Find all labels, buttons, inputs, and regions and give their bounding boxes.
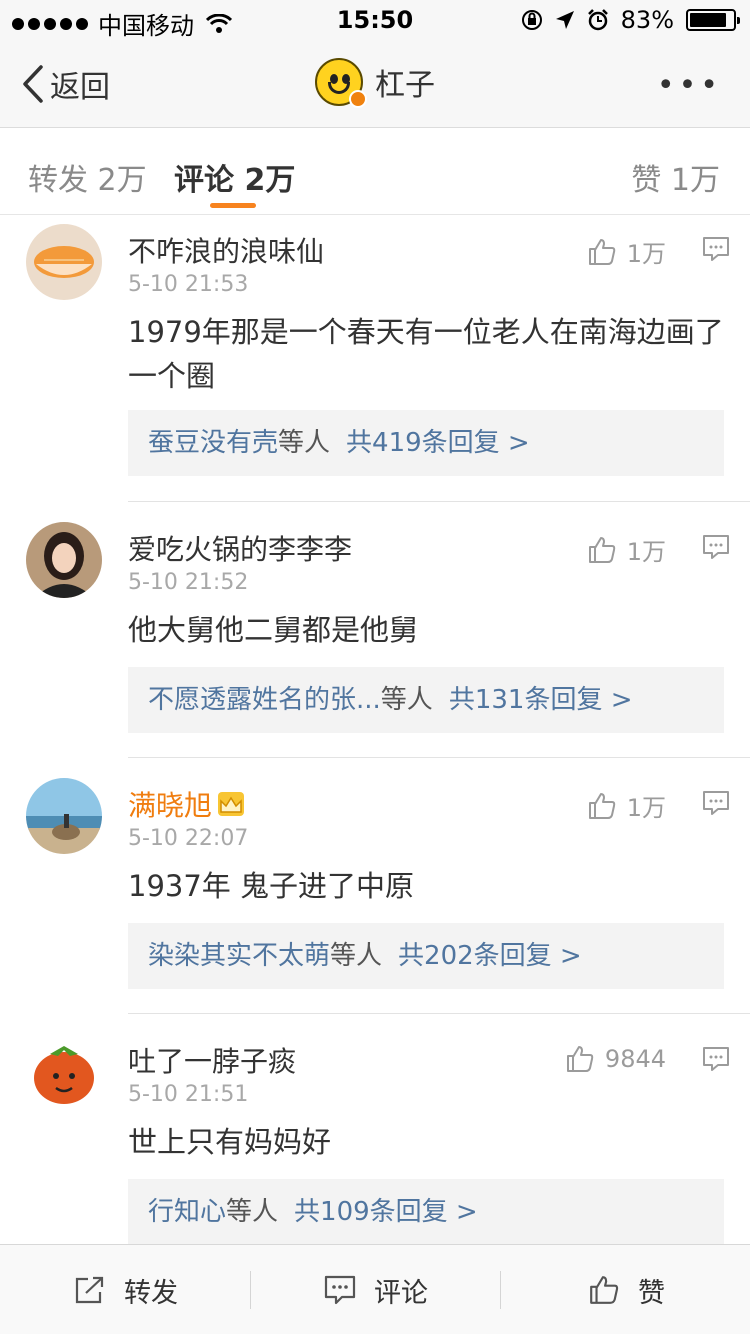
reply-users: 行知心 <box>148 1197 227 1227</box>
repost-button[interactable]: 转发 <box>74 1245 178 1334</box>
comment-bubble-icon <box>703 1047 729 1071</box>
like-button[interactable]: 1万 <box>587 788 666 823</box>
tab-like[interactable]: 赞 1万 <box>631 155 720 199</box>
like-count: 9844 <box>604 1045 666 1073</box>
comment-author[interactable]: 满晓旭 <box>128 784 245 824</box>
reply-count: 共202条回复 > <box>398 941 582 971</box>
comment-item: 爱吃火锅的李李李 5-10 21:52 1万 他大舅他二舅都是他舅 不愿透露姓名… <box>0 522 750 758</box>
reply-button[interactable] <box>702 790 730 820</box>
reply-button[interactable] <box>702 534 730 564</box>
comment-time: 5-10 21:51 <box>128 1082 249 1107</box>
comment-time: 5-10 21:53 <box>128 272 249 297</box>
comment-bubble-icon <box>703 535 729 559</box>
reply-users: 不愿透露姓名的张... <box>148 685 381 715</box>
tab-repost[interactable]: 转发 2万 <box>28 155 147 199</box>
page-title: 杠子 <box>375 68 435 103</box>
comment-author[interactable]: 不咋浪的浪味仙 <box>128 230 324 270</box>
reply-button[interactable] <box>702 1046 730 1076</box>
like-button[interactable]: 1万 <box>587 234 666 269</box>
comment-text: 他大舅他二舅都是他舅 <box>128 613 419 647</box>
reply-suffix: 等人 <box>278 428 331 458</box>
reply-users: 染染其实不太萌 <box>148 941 331 971</box>
status-bar: 中国移动 15:50 83% <box>0 0 750 40</box>
comment-item: 不咋浪的浪味仙 5-10 21:53 1万 1979年那是一个春天有一位老人在南… <box>0 224 750 504</box>
reply-suffix: 等人 <box>380 685 433 715</box>
thumbs-up-icon <box>588 238 615 265</box>
divider <box>128 501 750 502</box>
comment-text: 世上只有妈妈好 <box>128 1125 332 1159</box>
like-count: 1万 <box>626 794 666 822</box>
like-button[interactable]: 1万 <box>587 532 666 567</box>
comment-item: 满晓旭 5-10 22:07 1万 1937年 鬼子进了中原 染染其实不太萌等人… <box>0 778 750 1014</box>
comment-bubble-icon <box>703 791 729 815</box>
divider <box>128 757 750 758</box>
thumbs-up-icon <box>590 1276 619 1304</box>
battery-icon <box>686 9 740 31</box>
reply-suffix: 等人 <box>226 1197 279 1227</box>
comment-label: 评论 <box>374 1277 428 1309</box>
nav-bar: 返回 杠子 ••• <box>0 40 750 128</box>
divider <box>128 1013 750 1014</box>
more-button[interactable]: ••• <box>657 68 722 103</box>
reply-count: 共109条回复 > <box>294 1197 478 1227</box>
comment-text: 1979年那是一个春天有一位老人在南海边画了一个圈 <box>128 315 724 393</box>
thumbs-up-icon <box>566 1046 594 1072</box>
smiley-avatar <box>315 58 367 108</box>
avatar[interactable] <box>26 224 102 300</box>
repost-label: 转发 <box>124 1277 178 1309</box>
status-right: 83% <box>521 6 740 34</box>
comment-bubble-icon <box>703 237 729 261</box>
like-button[interactable]: 9844 <box>565 1044 666 1074</box>
alarm-icon <box>587 9 608 31</box>
comment-time: 5-10 21:52 <box>128 570 249 595</box>
like-post-button[interactable]: 赞 <box>588 1245 665 1334</box>
reply-users: 蚕豆没有壳 <box>148 428 279 458</box>
tab-bar: 转发 2万 评论 2万 赞 1万 <box>0 129 750 215</box>
battery-percent: 83% <box>620 6 674 34</box>
avatar[interactable] <box>26 522 102 598</box>
avatar[interactable] <box>26 778 102 854</box>
comment-item: 吐了一脖子痰 5-10 21:51 9844 世上只有妈妈好 行知心等人 共109… <box>0 1034 750 1245</box>
thumbs-up-icon <box>588 536 615 563</box>
comment-bubble-icon <box>324 1275 356 1305</box>
thumbs-up-icon <box>588 792 615 819</box>
author-name: 满晓旭 <box>128 789 213 822</box>
reply-summary[interactable]: 行知心等人 共109条回复 > <box>128 1179 724 1245</box>
tab-comment[interactable]: 评论 2万 <box>174 155 295 199</box>
reply-summary[interactable]: 不愿透露姓名的张...等人 共131条回复 > <box>128 667 724 733</box>
reply-summary[interactable]: 蚕豆没有壳等人 共419条回复 > <box>128 410 724 476</box>
crown-icon <box>218 792 245 816</box>
comment-author[interactable]: 爱吃火锅的李李李 <box>128 528 352 568</box>
toolbar-divider <box>250 1271 251 1309</box>
comment-author[interactable]: 吐了一脖子痰 <box>128 1040 296 1080</box>
like-label: 赞 <box>638 1277 665 1309</box>
reply-summary[interactable]: 染染其实不太萌等人 共202条回复 > <box>128 923 724 989</box>
like-count: 1万 <box>626 240 666 268</box>
comment-time: 5-10 22:07 <box>128 826 249 851</box>
reply-button[interactable] <box>702 236 730 266</box>
nav-title[interactable]: 杠子 <box>0 58 750 108</box>
rotation-lock-icon <box>521 10 542 30</box>
verified-badge-icon <box>349 90 367 108</box>
reply-suffix: 等人 <box>330 941 383 971</box>
share-icon <box>75 1276 104 1304</box>
avatar[interactable] <box>26 1034 102 1110</box>
like-count: 1万 <box>626 538 666 566</box>
toolbar-divider <box>500 1271 501 1309</box>
active-tab-indicator <box>210 203 256 208</box>
location-icon <box>555 11 574 29</box>
reply-count: 共419条回复 > <box>346 428 530 458</box>
bottom-toolbar: 转发 评论 赞 <box>0 1244 750 1334</box>
reply-count: 共131条回复 > <box>448 685 633 715</box>
comment-text: 1937年 鬼子进了中原 <box>128 869 415 903</box>
comment-button[interactable]: 评论 <box>324 1245 428 1334</box>
